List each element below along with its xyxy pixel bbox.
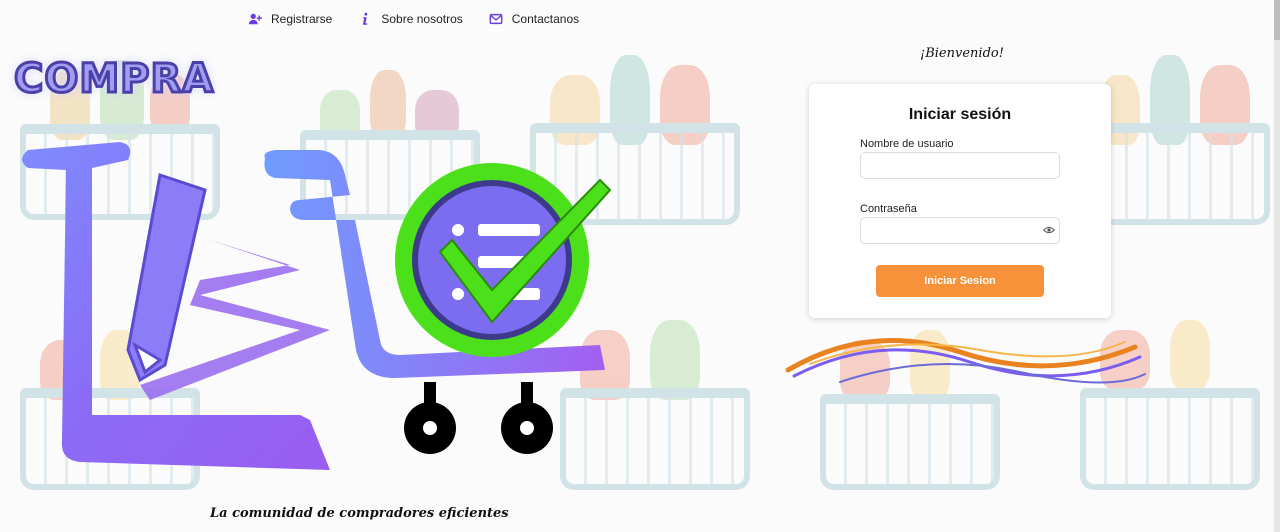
login-submit-button[interactable]: Iniciar Sesion (876, 265, 1044, 297)
nav-about-label: Sobre nosotros (381, 12, 463, 26)
envelope-icon (489, 13, 503, 25)
page-scrollbar[interactable] (1274, 0, 1280, 532)
password-input[interactable] (860, 217, 1060, 244)
info-icon (363, 12, 368, 25)
eye-icon[interactable] (1043, 225, 1055, 235)
user-plus-icon (248, 13, 262, 25)
nav-contact-label: Contactanos (511, 12, 580, 26)
top-nav: Registrarse Sobre nosotros Contactanos (248, 12, 579, 26)
check-badge-graphic (395, 163, 612, 357)
password-label: Contraseña (860, 203, 917, 215)
brand-logo-text: COMPRA (12, 55, 215, 104)
pencil-graphic (126, 173, 207, 383)
nav-contact-link[interactable]: Contactanos (489, 12, 579, 26)
username-input[interactable] (860, 152, 1060, 179)
scrollbar-thumb[interactable] (1274, 0, 1280, 40)
login-card: Iniciar sesión Nombre de usuario Contras… (809, 84, 1111, 318)
brand-tagline: La comunidad de compradores eficientes (210, 506, 509, 521)
login-title: Iniciar sesión (908, 106, 1012, 123)
decorative-swoosh (785, 338, 1146, 384)
username-label: Nombre de usuario (860, 138, 954, 150)
nav-register-link[interactable]: Registrarse (248, 12, 332, 26)
nav-register-label: Registrarse (271, 12, 333, 26)
nav-about-link[interactable]: Sobre nosotros (358, 12, 463, 26)
welcome-text: ¡Bienvenido! (920, 46, 1004, 61)
